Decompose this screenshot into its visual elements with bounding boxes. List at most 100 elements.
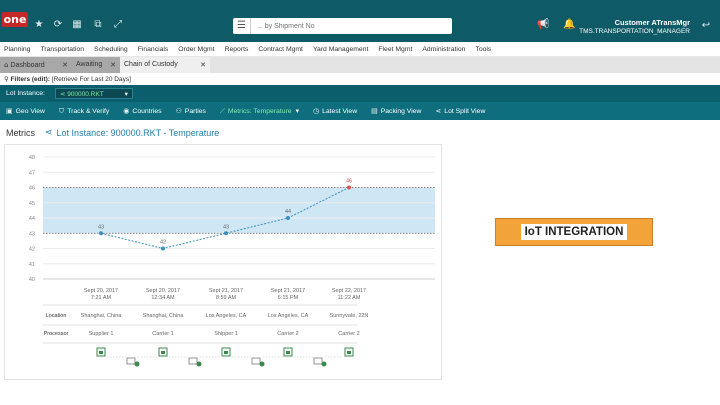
- share-icon: ⋖: [59, 90, 66, 98]
- packing-view-label: Packing View: [380, 107, 422, 115]
- x-tick-label-date: Sept 22, 2017: [332, 288, 366, 294]
- tab-dashboard[interactable]: ⌂ Dashboard ✕: [0, 57, 72, 73]
- window-icon[interactable]: ⧉: [92, 19, 104, 31]
- data-label: 42: [160, 240, 166, 246]
- filter-icon: ⚲: [4, 75, 9, 83]
- data-point: [286, 216, 290, 220]
- row-label-location: Location: [46, 313, 67, 319]
- tab-chain-of-custody[interactable]: Chain of Custody ✕: [120, 57, 210, 73]
- filter-bar: ⚲ Filters (edit): [Retrieve For Last 20 …: [0, 73, 720, 85]
- metrics-header: Metrics ⋖ Lot Instance: 900000.RKT - Tem…: [6, 128, 219, 138]
- menu-icon[interactable]: ☰: [233, 18, 251, 34]
- grid-icon[interactable]: ▦: [71, 19, 83, 31]
- processor-cell: Supplier 1: [89, 331, 114, 337]
- location-cell: Shanghai, China: [143, 313, 185, 319]
- menu-item-order-mgmt[interactable]: Order Mgmt: [178, 46, 214, 53]
- truck-icon: [313, 357, 327, 367]
- chart-icon: ⟋: [219, 106, 225, 115]
- processor-cell: Carrier 1: [152, 331, 173, 337]
- filter-value: [Retrieve For Last 20 Days]: [51, 76, 131, 83]
- location-cell: Los Angeles, CA: [206, 313, 247, 319]
- instance-select[interactable]: ⋖ 900000.RKT ▾: [54, 88, 133, 99]
- data-point: [99, 231, 103, 236]
- box-icon: [283, 347, 293, 357]
- data-label: 43: [223, 224, 229, 230]
- metrics-temperature-button[interactable]: ⟋ Metrics: Temperature ▾: [220, 107, 299, 116]
- row-label-processor: Processor: [44, 331, 69, 337]
- menu-item-transportation[interactable]: Transportation: [40, 46, 84, 53]
- lot-split-view-label: Lot Split View: [444, 107, 486, 115]
- tab-awaiting[interactable]: Awaiting ✕: [72, 57, 120, 73]
- parties-button[interactable]: ⚇ Parties: [176, 107, 206, 115]
- iot-integration-badge: IoT INTEGRATION: [495, 218, 653, 246]
- truck-icon: [251, 357, 265, 367]
- x-tick-label-time: 11:22 AM: [338, 295, 361, 301]
- instance-label: Lot Instance:: [6, 90, 45, 97]
- y-tick-label: 40: [29, 277, 35, 283]
- split-icon: ⋖: [435, 107, 442, 115]
- user-role: TMS.TRANSPORTATION_MANAGER: [579, 28, 690, 35]
- expand-icon[interactable]: ⤢: [112, 19, 124, 31]
- y-tick-label: 42: [29, 247, 35, 253]
- instance-value: 900000.RKT: [67, 91, 104, 98]
- close-icon[interactable]: ✕: [62, 57, 68, 73]
- top-header-bar: one ★ ⟳ ▦ ⧉ ⤢ ☰ 📢 🔔 Customer ATransMgr T…: [0, 0, 720, 42]
- x-tick-label-date: Sept 20, 2017: [84, 288, 118, 294]
- menu-item-planning[interactable]: Planning: [4, 46, 30, 53]
- latest-view-button[interactable]: ◷ Latest View: [313, 107, 357, 115]
- geo-view-button[interactable]: ▣ Geo View: [6, 107, 45, 115]
- star-icon[interactable]: ★: [33, 19, 45, 31]
- y-tick-label: 41: [29, 262, 35, 268]
- close-icon[interactable]: ✕: [200, 57, 206, 73]
- x-tick-label-date: Sept 21, 2017: [209, 288, 243, 294]
- tab-dashboard-label: Dashboard: [10, 62, 45, 69]
- truck-icon: [126, 357, 140, 367]
- user-name: Customer ATransMgr: [614, 18, 690, 27]
- megaphone-icon[interactable]: 📢: [537, 19, 549, 31]
- data-point: [161, 246, 165, 251]
- iot-integration-text: IoT INTEGRATION: [520, 224, 628, 240]
- clock-icon: ◷: [312, 107, 320, 115]
- menu-item-yard-management[interactable]: Yard Management: [313, 46, 368, 53]
- user-info[interactable]: Customer ATransMgr TMS.TRANSPORTATION_MA…: [579, 18, 690, 36]
- map-icon: ▣: [6, 107, 13, 115]
- app-logo[interactable]: one: [2, 12, 28, 27]
- bell-icon[interactable]: 🔔: [563, 19, 575, 31]
- menu-item-tools[interactable]: Tools: [475, 46, 491, 53]
- home-icon: ⌂: [4, 61, 9, 69]
- y-tick-label: 43: [29, 231, 35, 237]
- menu-item-administration[interactable]: Administration: [422, 46, 465, 53]
- packing-view-button[interactable]: ▤ Packing View: [371, 107, 421, 115]
- box-icon: [96, 347, 106, 357]
- back-arrow-icon[interactable]: ↩: [700, 20, 712, 32]
- y-tick-label: 47: [29, 170, 35, 176]
- menu-item-reports[interactable]: Reports: [225, 46, 249, 53]
- box-icon: [344, 347, 354, 357]
- location-cell: Sunnyvale, 22N: [330, 313, 369, 319]
- search-input[interactable]: [251, 22, 441, 30]
- shipment-search: ☰: [233, 18, 452, 34]
- track-verify-label: Track & Verify: [67, 107, 110, 115]
- location-cell: Shanghai, China: [81, 313, 123, 319]
- countries-button[interactable]: ◉ Countries: [123, 107, 161, 115]
- close-icon[interactable]: ✕: [110, 57, 116, 73]
- shield-icon: ⛉: [58, 106, 65, 115]
- menu-item-financials[interactable]: Financials: [138, 46, 169, 53]
- data-point: [224, 231, 228, 236]
- chevron-down-icon: ▾: [124, 90, 128, 98]
- data-point: [347, 185, 351, 190]
- y-tick-label: 48: [29, 155, 35, 161]
- menu-item-contract-mgmt[interactable]: Contract Mgmt: [258, 46, 303, 53]
- track-verify-button[interactable]: ⛉ Track & Verify: [59, 107, 109, 116]
- share-icon: ⋖: [45, 128, 53, 138]
- tab-awaiting-label: Awaiting: [76, 61, 103, 68]
- people-icon: ⚇: [175, 107, 182, 115]
- menu-item-fleet-mgmt[interactable]: Fleet Mgmt: [378, 46, 412, 53]
- box-icon: [221, 347, 231, 357]
- instance-bar: Lot Instance: ⋖ 900000.RKT ▾: [0, 85, 720, 102]
- refresh-icon[interactable]: ⟳: [52, 19, 64, 31]
- lot-split-view-button[interactable]: ⋖ Lot Split View: [435, 107, 485, 115]
- menu-item-scheduling[interactable]: Scheduling: [94, 46, 128, 53]
- y-tick-label: 46: [29, 186, 35, 192]
- filter-label[interactable]: Filters (edit):: [11, 76, 50, 83]
